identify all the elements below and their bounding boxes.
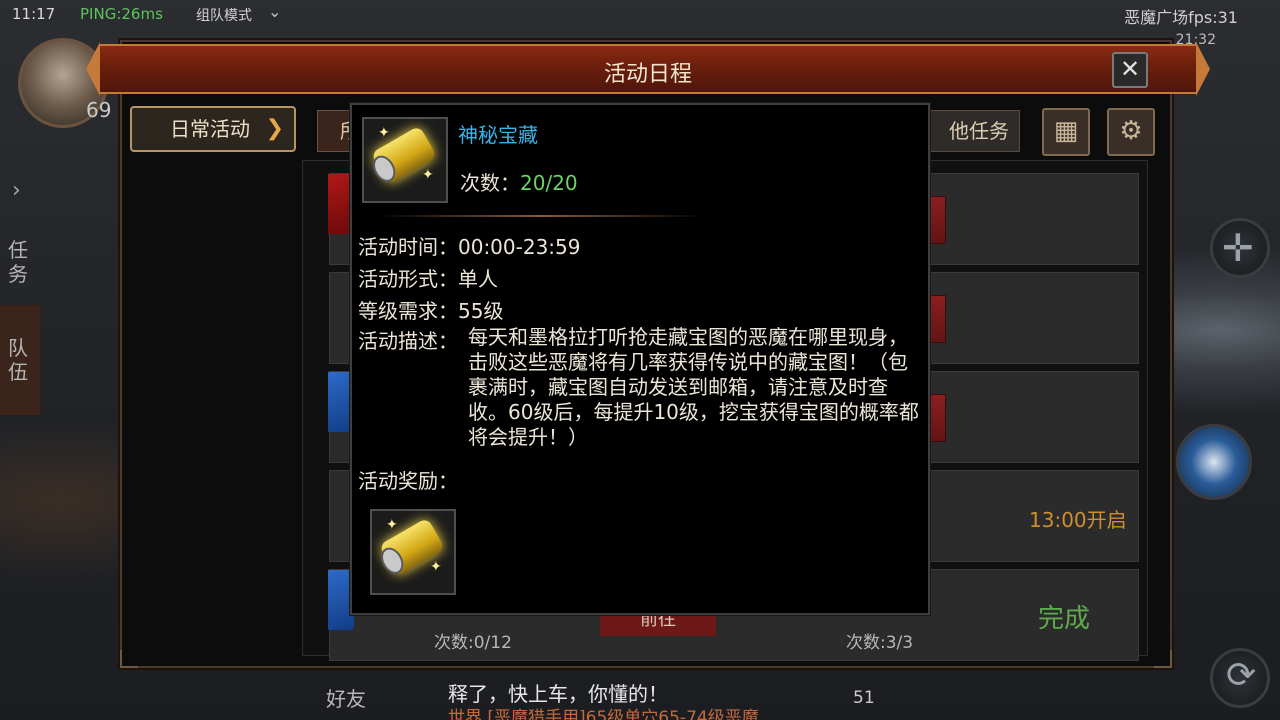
sparkle-icon: ✦ [386,517,398,533]
activity-detail-popup: ✦ ✦ 神秘宝藏 次数：20/20 活动时间：00:00-23:59 活动形式：… [350,103,930,615]
team-mode-dropdown[interactable]: 组队模式 [196,5,252,25]
skill-button[interactable] [1176,424,1252,500]
frame-corner [120,650,138,668]
move-cross-icon: ✛ [1222,226,1254,270]
sparkle-icon: ✦ [430,559,442,575]
item-slot[interactable]: ✦ ✦ [362,117,448,203]
description-text: 每天和墨格拉打听抢走藏宝图的恶魔在哪里现身，击败这些恶魔将有几率获得传说中的藏宝… [468,325,919,449]
swap-icon: ⟳ [1226,655,1257,696]
map-fps-label: 恶魔广场fps:31 [1124,8,1238,27]
friend-button[interactable]: 好友 [326,683,366,712]
attempt-count: 次数:3/3 [846,633,914,653]
divider [376,215,706,217]
dialog-title: 活动日程 [603,62,692,87]
item-name: 神秘宝藏 [458,123,538,147]
dialog-title-bar: 活动日程 ✕ [86,42,1210,96]
close-icon[interactable]: ✕ [1112,52,1148,88]
calendar-icon[interactable]: ▦ [1042,108,1090,156]
team-tab[interactable]: 队伍 [8,336,28,384]
status-done: 完成 [1038,604,1091,634]
sidebar-item-label: 日常活动 [170,117,250,141]
player-level: 69 [86,98,112,122]
count-value: 20/20 [520,171,578,195]
reward-item-slot[interactable]: ✦ ✦ [370,509,456,595]
activity-form: 活动形式：单人 [358,267,498,291]
gear-icon[interactable]: ⚙ [1107,108,1155,156]
chevron-right-icon: ❯ [265,116,284,141]
activity-time: 活动时间：00:00-23:59 [358,235,581,259]
description-label: 活动描述： [358,329,458,353]
chevron-down-icon[interactable]: ⌄ [268,2,281,21]
status-opens-at: 13:00开启 [1029,508,1127,532]
attempt-count: 次数:0/12 [434,633,512,653]
sparkle-icon: ✦ [378,125,390,141]
badge-count: 51 [853,688,875,708]
chat-message: 世界 [恶魔猎手用]65级单穴65-74级恶魔 [448,708,759,720]
sidebar-item-daily[interactable]: 日常活动 ❯ [130,106,296,152]
frame-corner [1154,650,1172,668]
chevron-right-icon[interactable]: › [12,178,21,203]
ping-indicator: PING:26ms [80,5,163,23]
task-tab[interactable]: 任务 [8,238,28,286]
level-requirement: 等级需求：55级 [358,299,504,323]
count-label: 次数： [460,171,520,195]
count-row: 次数：20/20 [460,167,578,196]
system-time: 11:17 [12,5,56,23]
sparkle-icon: ✦ [422,167,434,183]
reward-label: 活动奖励： [358,469,458,493]
